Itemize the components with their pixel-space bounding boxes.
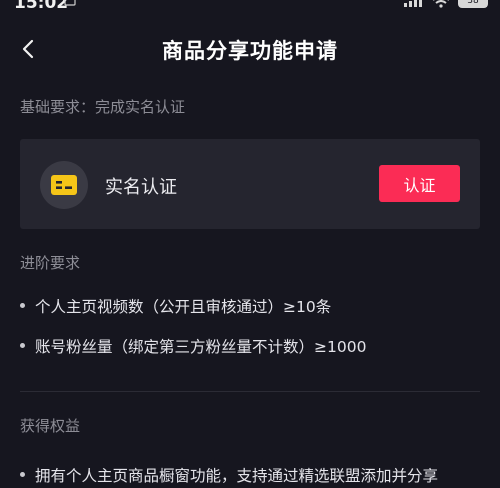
benefits-label: 获得权益 — [20, 417, 81, 435]
list-item: 拥有个人主页商品橱窗功能，支持通过精选联盟添加并分享 — [20, 464, 438, 486]
list-item-text: 账号粉丝量（绑定第三方粉丝量不计数）≥1000 — [35, 338, 367, 356]
battery-level: 38 — [467, 0, 479, 6]
bullet-icon — [20, 472, 25, 477]
signal-icon — [404, 0, 422, 7]
status-bar: 15:02 38 — [0, 0, 500, 14]
list-item-text: 拥有个人主页商品橱窗功能，支持通过精选联盟添加并分享 — [35, 467, 439, 485]
verification-label: 实名认证 — [105, 177, 177, 198]
list-item: 账号粉丝量（绑定第三方粉丝量不计数）≥1000 — [20, 335, 366, 357]
list-item-text: 个人主页视频数（公开且审核通过）≥10条 — [35, 298, 332, 316]
status-icons: 38 — [404, 0, 488, 8]
chevron-left-icon[interactable] — [16, 36, 40, 62]
verification-card: 实名认证 认证 — [20, 139, 480, 229]
notification-icon — [64, 0, 76, 6]
bullet-icon — [20, 303, 25, 308]
nav-bar: 商品分享功能申请 — [0, 26, 500, 74]
verify-button[interactable]: 认证 — [379, 165, 460, 202]
basic-requirement-label: 基础要求：完成实名认证 — [20, 98, 186, 116]
wifi-icon — [433, 0, 449, 8]
page-title: 商品分享功能申请 — [162, 39, 338, 63]
advanced-requirement-label: 进阶要求 — [20, 254, 81, 272]
list-item: 个人主页视频数（公开且审核通过）≥10条 — [20, 295, 331, 317]
divider — [20, 391, 480, 392]
status-time: 15:02 — [14, 0, 69, 13]
bullet-icon — [20, 343, 25, 348]
battery-icon: 38 — [458, 0, 488, 8]
id-card-icon — [40, 161, 88, 209]
